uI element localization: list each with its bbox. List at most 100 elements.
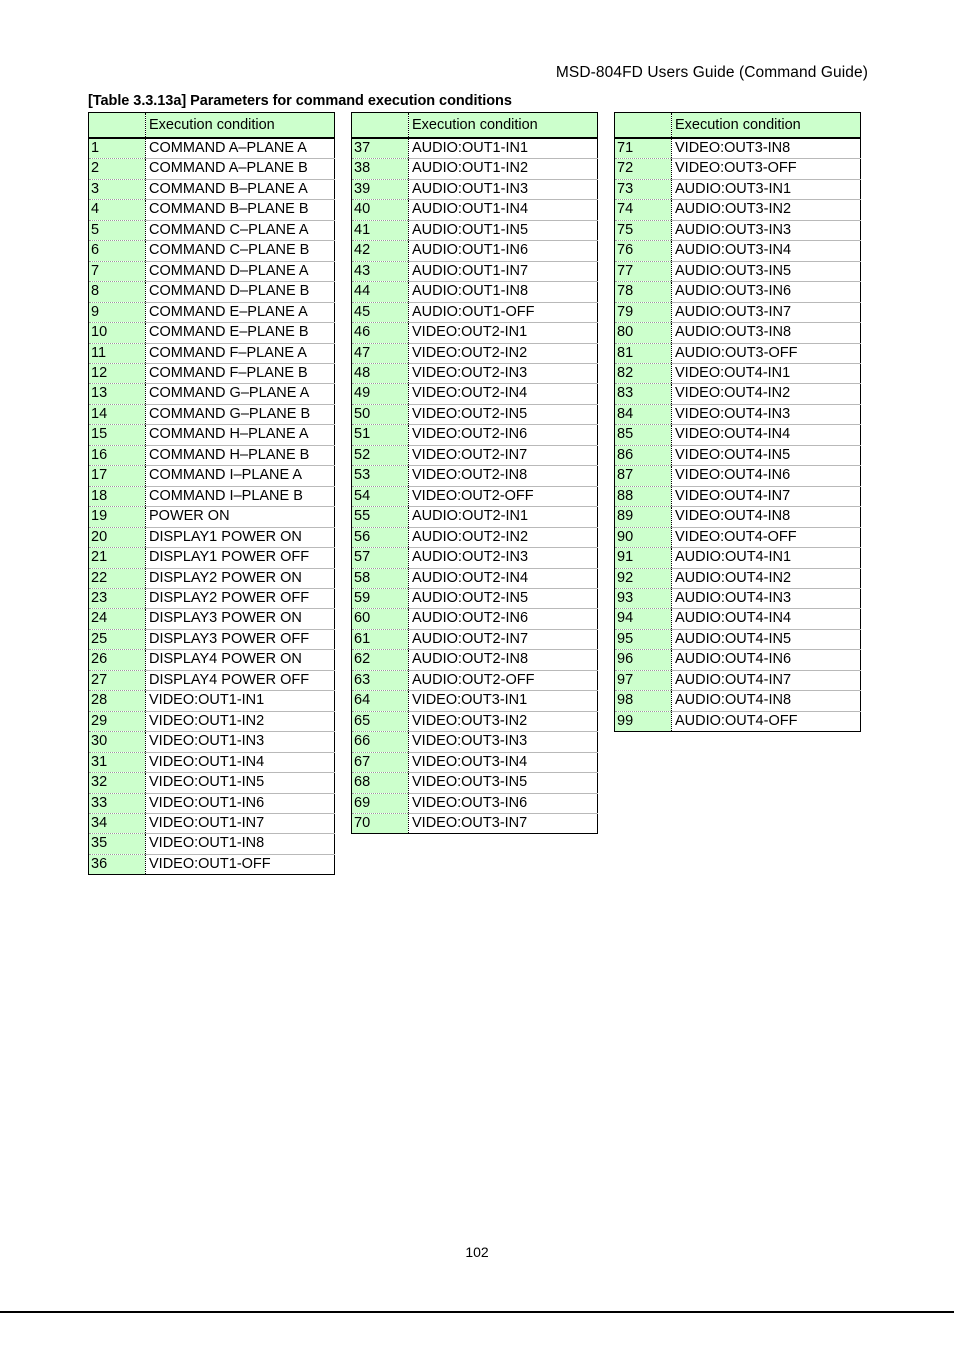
- table-row: 90 VIDEO:OUT4-OFF: [614, 527, 861, 549]
- cell-execution-condition: COMMAND H–PLANE B: [145, 445, 335, 467]
- cell-number: 57: [351, 547, 409, 569]
- cell-number: 7: [88, 261, 146, 283]
- table-caption: [Table 3.3.13a] Parameters for command e…: [88, 93, 512, 109]
- cell-execution-condition: DISPLAY2 POWER OFF: [145, 588, 335, 610]
- cell-number: 76: [614, 240, 672, 262]
- table-row: 64 VIDEO:OUT3-IN1: [351, 690, 598, 712]
- cell-execution-condition: VIDEO:OUT4-OFF: [671, 527, 861, 549]
- cell-number: 9: [88, 302, 146, 324]
- cell-number: 84: [614, 404, 672, 426]
- cell-execution-condition: VIDEO:OUT1-IN7: [145, 813, 335, 835]
- table-row: 68 VIDEO:OUT3-IN5: [351, 772, 598, 794]
- table-row: 27 DISPLAY4 POWER OFF: [88, 670, 335, 692]
- cell-number: 6: [88, 240, 146, 262]
- cell-number: 8: [88, 281, 146, 303]
- cell-execution-condition: AUDIO:OUT1-IN3: [408, 179, 598, 201]
- cell-execution-condition: COMMAND G–PLANE B: [145, 404, 335, 426]
- cell-execution-condition: VIDEO:OUT2-OFF: [408, 486, 598, 508]
- cell-execution-condition: AUDIO:OUT3-IN8: [671, 322, 861, 344]
- cell-execution-condition: AUDIO:OUT4-OFF: [671, 711, 861, 733]
- table-row: 43 AUDIO:OUT1-IN7: [351, 261, 598, 283]
- cell-number: 81: [614, 343, 672, 364]
- table-row: 21 DISPLAY1 POWER OFF: [88, 547, 335, 569]
- cell-number: 90: [614, 527, 672, 549]
- cell-number: 63: [351, 670, 409, 692]
- cell-execution-condition: DISPLAY4 POWER ON: [145, 649, 335, 671]
- table-row: 65 VIDEO:OUT3-IN2: [351, 711, 598, 733]
- cell-execution-condition: AUDIO:OUT4-IN7: [671, 670, 861, 692]
- cell-execution-condition: DISPLAY3 POWER ON: [145, 608, 335, 630]
- table-row: 52 VIDEO:OUT2-IN7: [351, 445, 598, 467]
- cell-number: 78: [614, 281, 672, 303]
- cell-execution-condition: AUDIO:OUT3-IN1: [671, 179, 861, 201]
- table-row: 47 VIDEO:OUT2-IN2: [351, 343, 598, 364]
- cell-execution-condition: AUDIO:OUT1-IN4: [408, 199, 598, 221]
- cell-number: 95: [614, 629, 672, 651]
- cell-execution-condition: VIDEO:OUT4-IN5: [671, 445, 861, 467]
- cell-number: 62: [351, 649, 409, 671]
- table-row: 23 DISPLAY2 POWER OFF: [88, 588, 335, 610]
- cell-number: 66: [351, 731, 409, 753]
- table-body: 1 COMMAND A–PLANE A 2 COMMAND A–PLANE B 3 COM…: [88, 138, 335, 876]
- table-row: 32 VIDEO:OUT1-IN5: [88, 772, 335, 794]
- cell-execution-condition: DISPLAY1 POWER ON: [145, 527, 335, 549]
- cell-number: 80: [614, 322, 672, 344]
- cell-execution-condition: AUDIO:OUT2-IN1: [408, 506, 598, 528]
- cell-execution-condition: AUDIO:OUT3-OFF: [671, 343, 861, 364]
- cell-number: 43: [351, 261, 409, 283]
- cell-number: 72: [614, 158, 672, 180]
- cell-number: 35: [88, 833, 146, 855]
- cell-execution-condition: VIDEO:OUT2-IN4: [408, 383, 598, 405]
- cell-number: 60: [351, 608, 409, 630]
- table-row: 82 VIDEO:OUT4-IN1: [614, 363, 861, 385]
- cell-number: 21: [88, 547, 146, 569]
- cell-execution-condition: COMMAND A–PLANE A: [145, 138, 335, 160]
- cell-number: 18: [88, 486, 146, 508]
- table-row: 22 DISPLAY2 POWER ON: [88, 568, 335, 589]
- cell-number: 88: [614, 486, 672, 508]
- cell-execution-condition: COMMAND C–PLANE B: [145, 240, 335, 262]
- table-row: 12 COMMAND F–PLANE B: [88, 363, 335, 385]
- table-row: 33 VIDEO:OUT1-IN6: [88, 793, 335, 814]
- cell-number: 40: [351, 199, 409, 221]
- cell-execution-condition: POWER ON: [145, 506, 335, 528]
- cell-number: 2: [88, 158, 146, 180]
- table-row: 85 VIDEO:OUT4-IN4: [614, 424, 861, 446]
- cell-number: 73: [614, 179, 672, 201]
- table-row: 49 VIDEO:OUT2-IN4: [351, 383, 598, 405]
- cell-number: 92: [614, 568, 672, 589]
- cell-number: 31: [88, 752, 146, 774]
- cell-number: 24: [88, 608, 146, 630]
- table-row: 17 COMMAND I–PLANE A: [88, 465, 335, 487]
- table-row: 74 AUDIO:OUT3-IN2: [614, 199, 861, 221]
- cell-execution-condition: COMMAND B–PLANE A: [145, 179, 335, 201]
- table-row: 5 COMMAND C–PLANE A: [88, 220, 335, 242]
- cell-execution-condition: VIDEO:OUT4-IN3: [671, 404, 861, 426]
- table-row: 16 COMMAND H–PLANE B: [88, 445, 335, 467]
- cell-number: 55: [351, 506, 409, 528]
- table-row: 46 VIDEO:OUT2-IN1: [351, 322, 598, 344]
- cell-number: 86: [614, 445, 672, 467]
- table-row: 81 AUDIO:OUT3-OFF: [614, 343, 861, 364]
- cell-execution-condition: AUDIO:OUT1-IN1: [408, 138, 598, 160]
- table-row: 76 AUDIO:OUT3-IN4: [614, 240, 861, 262]
- table-row: 98 AUDIO:OUT4-IN8: [614, 690, 861, 712]
- cell-number: 56: [351, 527, 409, 549]
- cell-number: 13: [88, 383, 146, 405]
- cell-number: 32: [88, 772, 146, 794]
- cell-execution-condition: VIDEO:OUT2-IN6: [408, 424, 598, 446]
- cell-execution-condition: VIDEO:OUT2-IN1: [408, 322, 598, 344]
- parameters-table-1: Execution condition 1 COMMAND A–PLANE A2C…: [88, 112, 335, 876]
- table-row: 28 VIDEO:OUT1-IN1: [88, 690, 335, 712]
- table-row: 70 VIDEO:OUT3-IN7: [351, 813, 598, 835]
- cell-number: 29: [88, 711, 146, 733]
- cell-execution-condition: COMMAND E–PLANE A: [145, 302, 335, 324]
- cell-number: 47: [351, 343, 409, 364]
- table-row: 37 AUDIO:OUT1-IN1: [351, 138, 598, 160]
- cell-number: 38: [351, 158, 409, 180]
- cell-number: 14: [88, 404, 146, 426]
- table-row: 79 AUDIO:OUT3-IN7: [614, 302, 861, 324]
- cell-execution-condition: AUDIO:OUT3-IN5: [671, 261, 861, 283]
- column-header-condition: Execution condition: [408, 112, 598, 139]
- table-header-row: Execution condition: [88, 112, 335, 139]
